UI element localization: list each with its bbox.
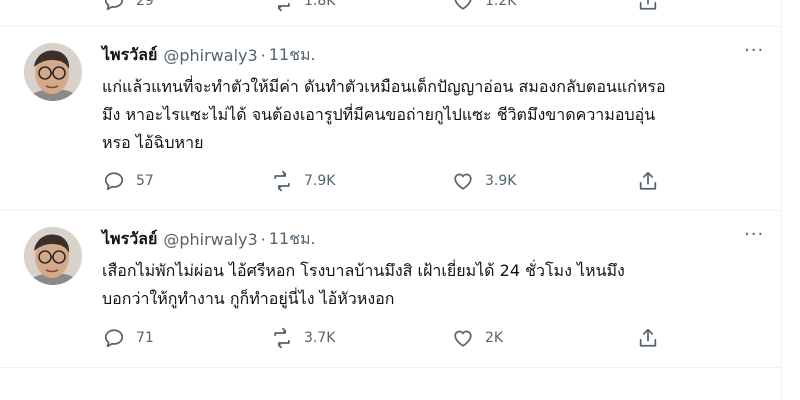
- timeline: 29 1.8K 1.2K ไพรวัลย์ @phirwaly3 · 11ชม.…: [0, 0, 782, 400]
- handle[interactable]: @phirwaly3: [163, 46, 257, 65]
- share-icon: [639, 171, 657, 190]
- like-button[interactable]: 1.2K: [452, 0, 516, 12]
- avatar[interactable]: [24, 227, 82, 285]
- tweet[interactable]: ไพรวัลย์ @phirwaly3 · 11ชม. ··· เสือกไม่…: [0, 211, 781, 366]
- handle[interactable]: @phirwaly3: [163, 230, 257, 249]
- heart-icon: [454, 173, 472, 190]
- reply-icon: [104, 0, 124, 11]
- like-count: 1.2K: [485, 0, 517, 9]
- display-name[interactable]: ไพรวัลย์: [102, 43, 157, 68]
- tweet-text: เสือกไม่พักไม่ผ่อน ไอ้ศรีหอก โรงบาลบ้านม…: [102, 257, 767, 313]
- reply-count: 57: [136, 173, 154, 189]
- tweet-text-line: เสือกไม่พักไม่ผ่อน ไอ้ศรีหอก โรงบาลบ้านม…: [102, 261, 625, 280]
- more-icon[interactable]: ···: [744, 224, 764, 245]
- retweet-button[interactable]: 1.8K: [271, 0, 335, 12]
- retweet-count: 1.8K: [304, 0, 336, 9]
- timestamp[interactable]: 11ชม.: [269, 43, 316, 68]
- avatar[interactable]: [24, 43, 82, 101]
- tweet-header: ไพรวัลย์ @phirwaly3 · 11ชม.: [102, 43, 316, 68]
- share-icon: [639, 0, 657, 10]
- separator: ·: [260, 230, 266, 249]
- retweet-icon: [277, 2, 290, 12]
- timestamp[interactable]: 11ชม.: [269, 227, 316, 252]
- reply-count: 71: [136, 330, 154, 346]
- retweet-count: 3.7K: [304, 330, 336, 346]
- tweet-header: ไพรวัลย์ @phirwaly3 · 11ชม.: [102, 227, 316, 252]
- retweet-icon: [274, 327, 290, 349]
- share-button[interactable]: [637, 327, 659, 349]
- reply-button[interactable]: 29: [103, 0, 154, 12]
- reply-button[interactable]: 57: [103, 170, 154, 192]
- reply-icon: [104, 172, 124, 191]
- reply-icon: [104, 329, 124, 348]
- like-button[interactable]: 2K: [452, 327, 503, 349]
- display-name[interactable]: ไพรวัลย์: [102, 227, 157, 252]
- tweet-divider: [0, 367, 781, 368]
- tweet-text-line: มึง หาอะไรแซะไม่ได้ จนต้องเอารูปที่มีคนข…: [102, 105, 656, 124]
- tweet-text-line: หรอ ไอ้ฉิบหาย: [102, 133, 204, 152]
- heart-icon: [454, 0, 472, 10]
- tweet-text-line: บอกว่าให้กูทำงาน กูก็ทำอยู่นี่ไง ไอ้หัวห…: [102, 289, 395, 308]
- reply-button[interactable]: 71: [103, 327, 154, 349]
- retweet-count: 7.9K: [304, 173, 336, 189]
- tweet[interactable]: ไพรวัลย์ @phirwaly3 · 11ชม. ··· แก่แล้วแ…: [0, 27, 781, 209]
- more-icon[interactable]: ···: [744, 40, 764, 61]
- separator: ·: [260, 46, 266, 65]
- reply-count: 29: [136, 0, 154, 9]
- share-button[interactable]: [637, 170, 659, 192]
- share-icon: [639, 328, 657, 347]
- tweet-text: แก่แล้วแทนที่จะทำตัวให้มีค่า ดันทำตัวเหม…: [102, 73, 767, 157]
- tweet-text-line: แก่แล้วแทนที่จะทำตัวให้มีค่า ดันทำตัวเหม…: [102, 77, 666, 96]
- like-count: 2K: [485, 330, 504, 346]
- retweet-button[interactable]: 7.9K: [271, 170, 335, 192]
- heart-icon: [454, 330, 472, 347]
- share-button[interactable]: [637, 0, 659, 12]
- like-count: 3.9K: [485, 173, 517, 189]
- retweet-icon: [274, 170, 290, 192]
- retweet-button[interactable]: 3.7K: [271, 327, 335, 349]
- like-button[interactable]: 3.9K: [452, 170, 516, 192]
